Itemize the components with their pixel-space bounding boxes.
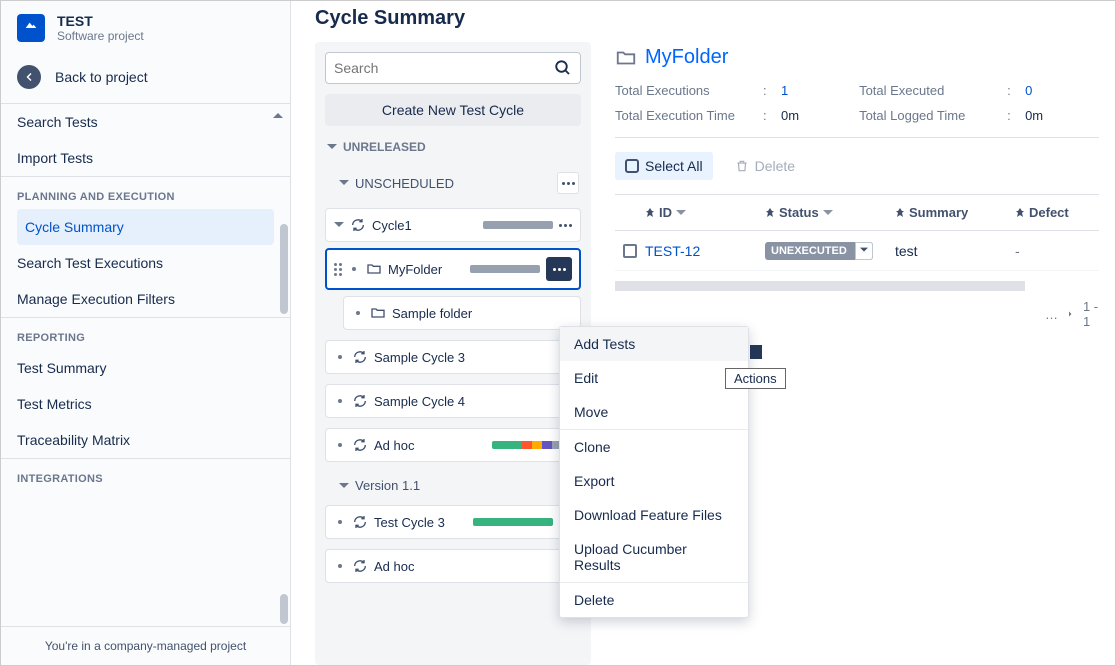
tree-node-test-cycle3[interactable]: Test Cycle 3: [325, 505, 581, 539]
search-input[interactable]: [334, 60, 554, 76]
ctx-edit[interactable]: Edit: [560, 361, 748, 395]
search-icon: [554, 59, 572, 77]
chevron-down-icon: [334, 220, 344, 230]
tree-node-sample-cycle3[interactable]: Sample Cycle 3: [325, 340, 581, 374]
section-planning: PLANNING AND EXECUTION: [1, 177, 290, 209]
cycle-icon: [352, 393, 368, 409]
nav-test-metrics[interactable]: Test Metrics: [1, 386, 290, 422]
ctx-delete[interactable]: Delete: [560, 583, 748, 617]
more-button[interactable]: [557, 172, 579, 194]
page-title: Cycle Summary: [315, 1, 1099, 42]
tree-unreleased[interactable]: UNRELEASED: [325, 136, 581, 158]
cycle-icon: [352, 558, 368, 574]
ctx-download[interactable]: Download Feature Files: [560, 498, 748, 532]
select-all-button[interactable]: Select All: [615, 152, 713, 180]
pin-icon: [645, 208, 655, 218]
nav-cycle-summary[interactable]: Cycle Summary: [17, 209, 274, 245]
cell-id[interactable]: TEST-12: [645, 243, 765, 259]
pager-dark: [750, 345, 762, 359]
cycle-icon: [352, 437, 368, 453]
folder-icon: [370, 305, 386, 321]
tree-node-sample-folder[interactable]: Sample folder: [343, 296, 581, 330]
pager-scrollbar[interactable]: [615, 281, 1099, 291]
pin-icon: [765, 208, 775, 218]
ctx-clone[interactable]: Clone: [560, 430, 748, 464]
chevron-down-icon: [339, 178, 349, 188]
tree-version[interactable]: Version 1.1: [325, 472, 581, 495]
more-icon[interactable]: …: [1045, 307, 1058, 322]
tree-unscheduled[interactable]: UNSCHEDULED: [325, 168, 581, 198]
cycle-icon: [352, 514, 368, 530]
nav-search-tests[interactable]: Search Tests: [1, 104, 290, 140]
pin-icon: [895, 208, 905, 218]
table-row[interactable]: TEST-12 UNEXECUTED test -: [615, 231, 1099, 271]
tree-panel: Create New Test Cycle UNRELEASED UNSCHED…: [315, 42, 591, 665]
tree-node-cycle1[interactable]: Cycle1: [325, 208, 581, 242]
pager: … 1 - 1: [615, 291, 1099, 329]
sort-icon[interactable]: [676, 208, 686, 218]
ctx-upload[interactable]: Upload Cucumber Results: [560, 532, 748, 582]
project-icon: [17, 14, 45, 42]
cell-summary: test: [895, 243, 1015, 259]
ctx-move[interactable]: Move: [560, 395, 748, 429]
nav-traceability[interactable]: Traceability Matrix: [1, 422, 290, 458]
delete-button: Delete: [725, 152, 805, 180]
tree-node-myfolder[interactable]: MyFolder: [325, 248, 581, 290]
nav-manage-filters[interactable]: Manage Execution Filters: [1, 281, 290, 317]
nav-test-summary[interactable]: Test Summary: [1, 350, 290, 386]
actions-button[interactable]: [546, 257, 572, 281]
project-name: TEST: [57, 13, 144, 29]
nav-import-tests[interactable]: Import Tests: [1, 140, 290, 176]
detail-title: MyFolder: [615, 46, 1099, 83]
cycle-icon: [350, 217, 366, 233]
row-checkbox[interactable]: [623, 244, 637, 258]
cycle-icon: [352, 349, 368, 365]
sidebar: TEST Software project Back to project Se…: [1, 1, 291, 665]
scroll-thumb[interactable]: [280, 224, 288, 314]
progress-bar: [483, 221, 553, 229]
cell-defect: -: [1015, 243, 1085, 259]
context-menu: Add Tests Edit Move Clone Export Downloa…: [559, 326, 749, 618]
tree-node-adhoc[interactable]: Ad hoc: [325, 428, 581, 462]
chevron-down-icon: [327, 142, 337, 152]
chevron-down-icon[interactable]: [855, 242, 873, 260]
stats: Total Executions:1 Total Execution Time:…: [615, 83, 1099, 138]
folder-icon: [366, 261, 382, 277]
checkbox-icon: [625, 159, 639, 173]
back-arrow-icon: [17, 65, 41, 89]
project-header: TEST Software project: [1, 1, 290, 55]
footer-text: You're in a company-managed project: [1, 626, 290, 665]
tree-node-sample-cycle4[interactable]: Sample Cycle 4: [325, 384, 581, 418]
chevron-down-icon: [339, 481, 349, 491]
back-label: Back to project: [55, 69, 148, 85]
tooltip: Actions: [725, 368, 786, 389]
search-box[interactable]: [325, 52, 581, 84]
executions-table: ID Status Summary: [615, 194, 1099, 329]
section-integrations: INTEGRATIONS: [1, 459, 290, 491]
tree-node-adhoc2[interactable]: Ad hoc: [325, 549, 581, 583]
nav-search-executions[interactable]: Search Test Executions: [1, 245, 290, 281]
folder-icon: [615, 47, 637, 69]
ctx-add-tests[interactable]: Add Tests: [560, 327, 748, 361]
status-badge[interactable]: UNEXECUTED: [765, 242, 873, 260]
drag-handle-icon[interactable]: [334, 263, 342, 276]
progress-bar: [470, 265, 540, 273]
chevron-right-icon[interactable]: [1068, 310, 1073, 318]
section-reporting: REPORTING: [1, 318, 290, 350]
back-to-project[interactable]: Back to project: [1, 55, 290, 103]
ctx-export[interactable]: Export: [560, 464, 748, 498]
create-cycle-button[interactable]: Create New Test Cycle: [325, 94, 581, 126]
scroll-up-icon[interactable]: [273, 108, 285, 120]
sort-icon[interactable]: [823, 208, 833, 218]
more-icon[interactable]: [559, 224, 572, 227]
project-subtitle: Software project: [57, 29, 144, 43]
trash-icon: [735, 159, 749, 173]
scroll-thumb[interactable]: [280, 594, 288, 624]
progress-bar: [473, 518, 553, 526]
pin-icon: [1015, 208, 1025, 218]
nav: Search Tests Import Tests PLANNING AND E…: [1, 104, 290, 626]
actions-row: Select All Delete: [615, 138, 1099, 194]
